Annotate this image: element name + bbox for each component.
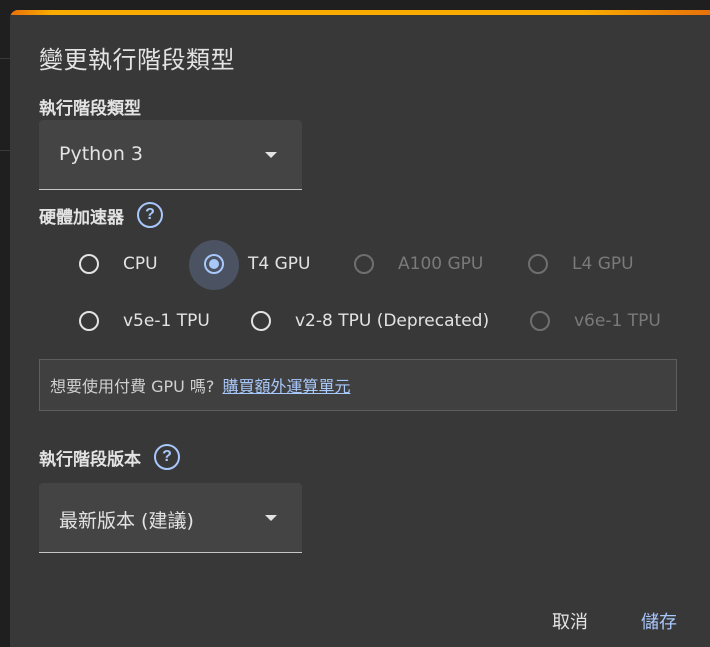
radio-v6e-1-tpu-label: v6e-1 TPU (574, 311, 661, 331)
radio-circle-icon (530, 311, 550, 331)
radio-l4-gpu-label: L4 GPU (572, 254, 634, 274)
help-circle-icon[interactable]: ? (137, 202, 163, 228)
change-runtime-dialog: 變更執行階段類型 執行階段類型 Python 3 硬體加速器 ? CPU T4 … (10, 10, 710, 647)
radio-cpu[interactable]: CPU (79, 254, 158, 274)
radio-circle-icon (79, 311, 99, 331)
radio-cpu-label: CPU (123, 254, 158, 274)
dropdown-arrow-icon (265, 152, 277, 158)
radio-v5e-1-tpu-label: v5e-1 TPU (123, 311, 210, 331)
dropdown-arrow-icon (265, 515, 277, 521)
radio-l4-gpu: L4 GPU (528, 254, 634, 274)
dialog-title: 變更執行階段類型 (39, 46, 235, 74)
radio-circle-icon (79, 254, 99, 274)
radio-circle-icon (251, 311, 271, 331)
runtime-type-select[interactable]: Python 3 (39, 120, 302, 190)
runtime-type-label: 執行階段類型 (39, 94, 141, 119)
radio-circle-icon (354, 254, 374, 274)
runtime-version-label: 執行階段版本 ? (39, 444, 180, 470)
radio-t4-gpu-label: T4 GPU (248, 254, 311, 274)
hardware-accelerator-label: 硬體加速器 ? (39, 202, 163, 228)
radio-v5e-1-tpu[interactable]: v5e-1 TPU (79, 311, 210, 331)
runtime-version-label-text: 執行階段版本 (39, 449, 141, 470)
radio-t4-gpu[interactable]: T4 GPU (204, 254, 310, 274)
runtime-type-value: Python 3 (59, 143, 143, 165)
runtime-version-value: 最新版本 (建議) (59, 510, 194, 532)
radio-circle-icon (528, 254, 548, 274)
backdrop-divider (0, 150, 10, 151)
help-circle-icon[interactable]: ? (154, 444, 180, 470)
cancel-button[interactable]: 取消 (552, 608, 588, 634)
runtime-version-select[interactable]: 最新版本 (建議) (39, 483, 302, 553)
paid-gpu-info-box: 想要使用付費 GPU 嗎? 購買額外運算單元 (39, 359, 677, 411)
radio-v2-8-tpu-label: v2-8 TPU (Deprecated) (295, 311, 490, 331)
dialog-accent-bar (10, 10, 710, 15)
radio-a100-gpu-label: A100 GPU (398, 254, 484, 274)
hardware-accelerator-label-text: 硬體加速器 (39, 207, 124, 228)
radio-v6e-1-tpu: v6e-1 TPU (530, 311, 661, 331)
paid-gpu-info-text: 想要使用付費 GPU 嗎? (50, 377, 215, 396)
radio-v2-8-tpu[interactable]: v2-8 TPU (Deprecated) (251, 311, 489, 331)
radio-a100-gpu: A100 GPU (354, 254, 483, 274)
save-button[interactable]: 儲存 (641, 608, 677, 634)
backdrop-divider (0, 58, 10, 59)
runtime-type-label-text: 執行階段類型 (39, 99, 141, 119)
buy-compute-units-link[interactable]: 購買額外運算單元 (222, 373, 350, 397)
radio-selected-icon (204, 254, 224, 274)
